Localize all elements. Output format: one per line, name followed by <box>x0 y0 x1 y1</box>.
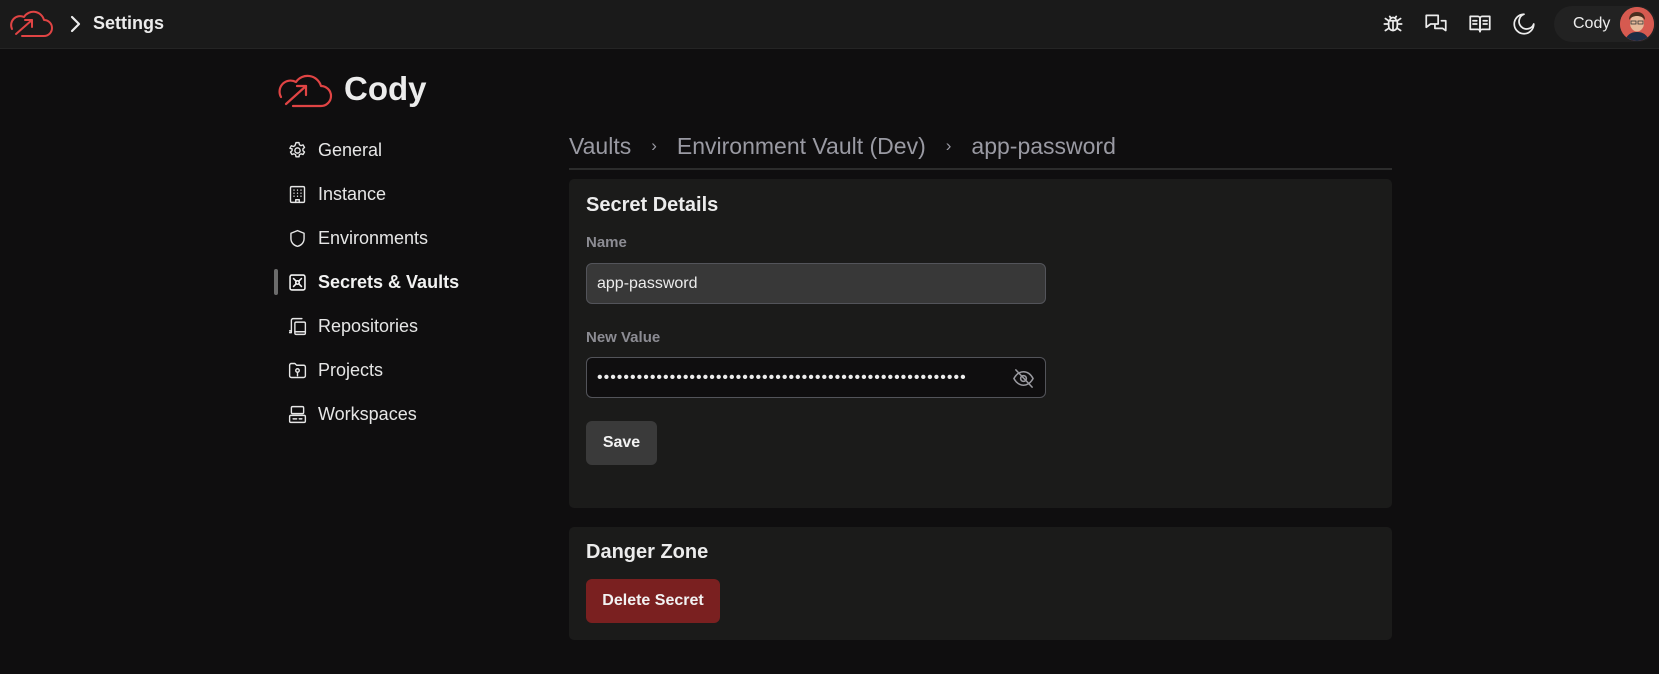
sidebar-item-repositories[interactable]: Repositories <box>272 304 532 348</box>
breadcrumb-current: app-password <box>971 132 1116 159</box>
sidebar-item-label: General <box>318 140 383 160</box>
page-title: Settings <box>93 13 165 33</box>
new-value-label: New Value <box>586 329 661 346</box>
new-value-field[interactable] <box>587 358 1045 397</box>
sidebar-item-label: Projects <box>318 360 384 380</box>
dark-mode-moon-icon[interactable] <box>1511 11 1537 37</box>
vault-icon <box>289 274 306 291</box>
sidebar-item-projects[interactable]: Projects <box>272 348 532 392</box>
name-field[interactable] <box>587 264 1045 303</box>
danger-zone-panel: Danger Zone Delete Secret <box>569 527 1392 640</box>
sidebar-item-label: Secrets & Vaults <box>318 272 460 292</box>
divider <box>569 168 1392 170</box>
avatar <box>1620 7 1654 41</box>
breadcrumb-separator-icon: › <box>945 136 952 155</box>
chevron-right-icon <box>70 15 81 33</box>
panel-title: Danger Zone <box>586 541 709 563</box>
name-field-wrapper <box>586 263 1046 304</box>
shield-icon <box>290 229 305 248</box>
user-name: Cody <box>1573 15 1611 32</box>
new-value-field-wrapper <box>586 357 1046 398</box>
panel-title: Secret Details <box>586 194 719 216</box>
breadcrumb-separator-icon: › <box>651 136 657 155</box>
name-label: Name <box>586 234 627 251</box>
sidebar-item-environments[interactable]: Environments <box>272 216 532 260</box>
workspaces-icon <box>288 405 307 424</box>
user-menu-button[interactable]: Cody <box>1554 6 1656 42</box>
sidebar-item-label: Workspaces <box>318 404 417 424</box>
bug-icon[interactable] <box>1380 11 1406 37</box>
sidebar-item-workspaces[interactable]: Workspaces <box>272 392 532 436</box>
active-indicator <box>274 269 278 295</box>
building-icon <box>289 185 306 204</box>
folder-key-icon <box>288 362 307 379</box>
brand-name: Cody <box>344 70 427 107</box>
secret-details-panel: Secret Details Name New Value Save <box>569 179 1392 508</box>
sidebar-item-label: Instance <box>318 184 387 204</box>
repositories-icon <box>288 317 307 336</box>
cloud-logo-icon <box>278 74 333 108</box>
docs-book-icon[interactable] <box>1467 11 1493 37</box>
sidebar-item-secrets-vaults[interactable]: Secrets & Vaults <box>272 260 532 304</box>
sidebar-item-instance[interactable]: Instance <box>272 172 532 216</box>
breadcrumb-vaults[interactable]: Vaults <box>569 133 631 160</box>
gear-icon <box>289 141 306 158</box>
breadcrumb: Vaults › Environment Vault (Dev) › app-p… <box>569 130 1116 162</box>
chat-icon[interactable] <box>1423 11 1449 37</box>
breadcrumb-environment-vault[interactable]: Environment Vault (Dev) <box>677 133 926 160</box>
sidebar-item-label: Repositories <box>318 316 419 336</box>
settings-sidebar: General Instance Environments Secrets & … <box>272 128 532 436</box>
eye-off-icon[interactable] <box>1012 367 1035 390</box>
sidebar-item-label: Environments <box>318 228 429 248</box>
sidebar-item-general[interactable]: General <box>272 128 532 172</box>
top-bar: Settings Cody <box>0 0 1659 49</box>
cloud-logo-icon[interactable] <box>8 9 54 39</box>
delete-secret-button[interactable]: Delete Secret <box>586 579 720 623</box>
save-button[interactable]: Save <box>586 421 657 465</box>
